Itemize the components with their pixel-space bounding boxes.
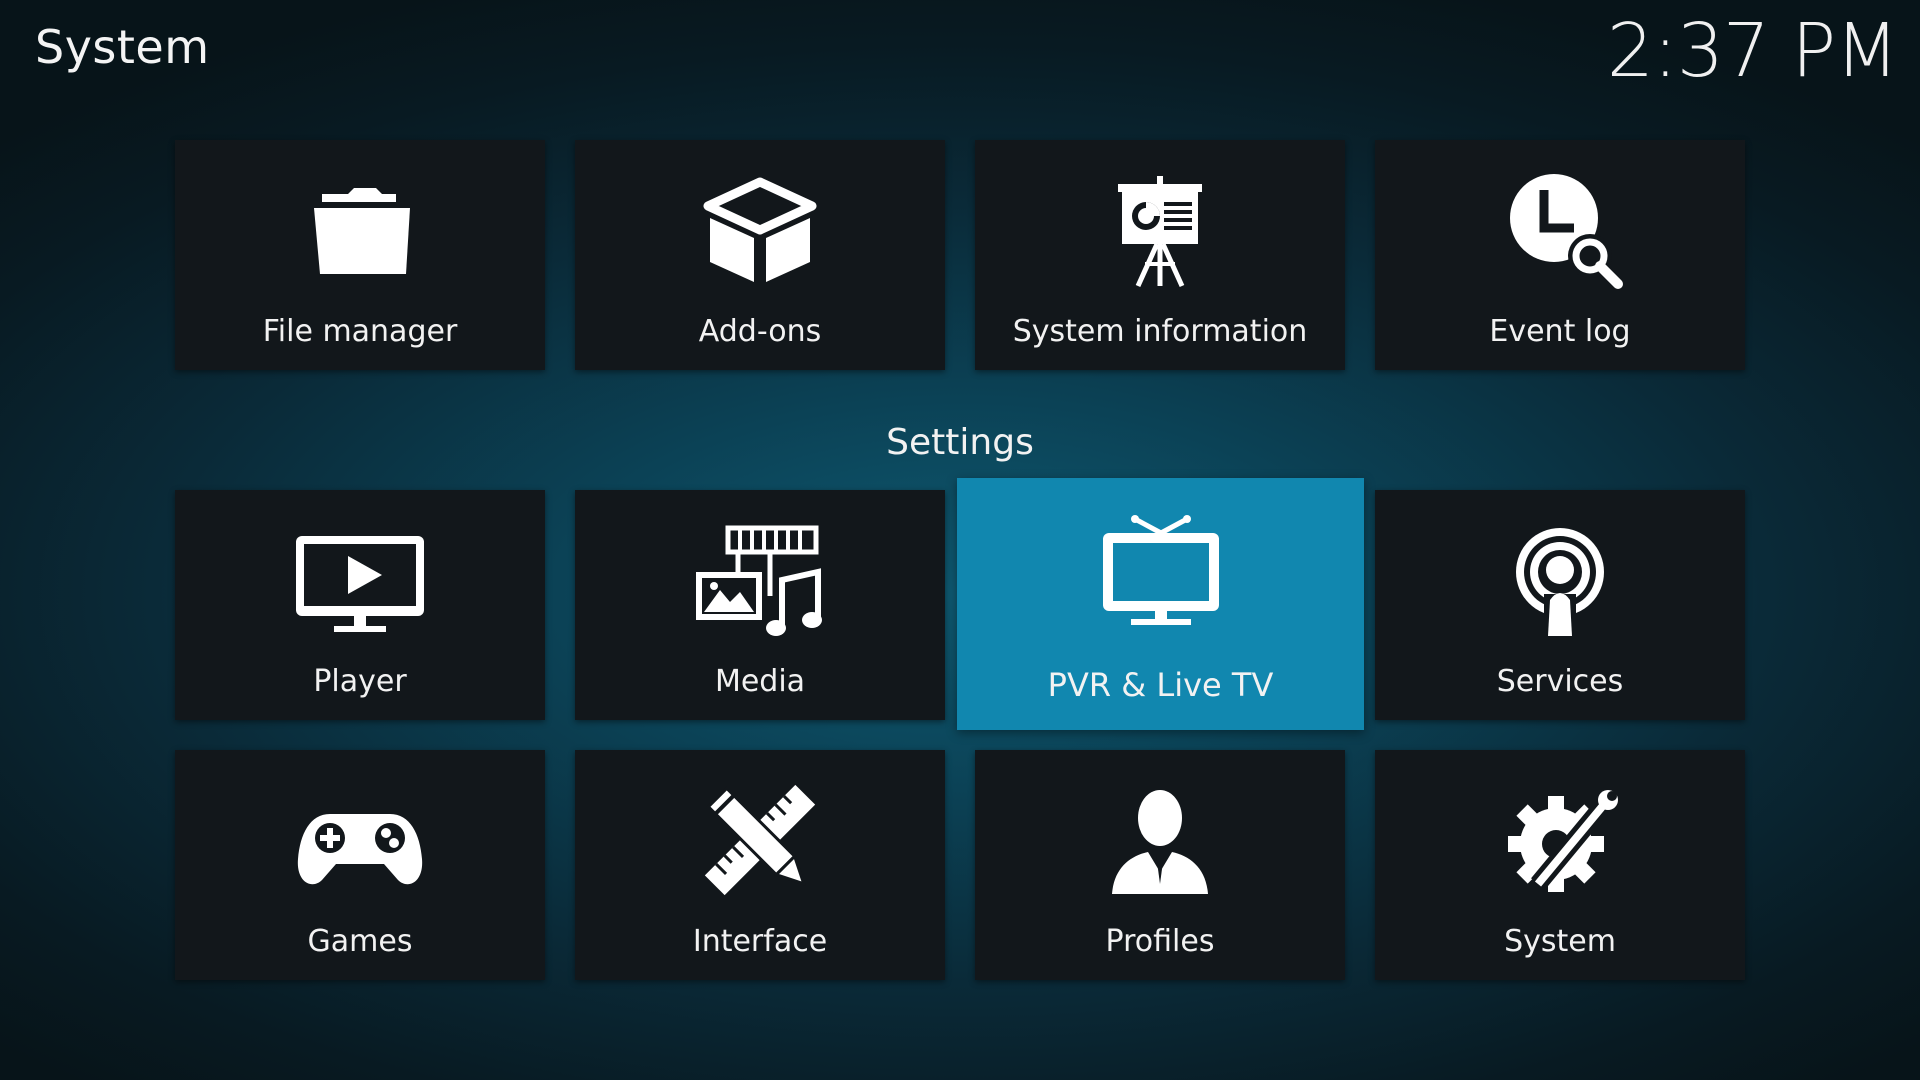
presentation-icon [1090,174,1230,289]
tile-label: PVR & Live TV [1047,666,1274,704]
tile-label: Interface [692,924,828,959]
tile-system[interactable]: System [1375,750,1745,980]
tile-label: System [1504,924,1616,959]
tile-label: Profiles [1105,924,1215,959]
tile-profiles[interactable]: Profiles [975,750,1345,980]
section-heading-settings: Settings [886,422,1034,463]
tile-pvr-live-tv[interactable]: PVR & Live TV [957,478,1364,730]
tile-label: Event log [1489,314,1631,349]
tile-label: Add-ons [698,314,822,349]
folder-icon [290,174,430,289]
tile-label: Services [1496,664,1624,699]
tile-system-information[interactable]: System information [975,140,1345,370]
tile-services[interactable]: Services [1375,490,1745,720]
monitor-play-icon [290,524,430,639]
tile-interface[interactable]: Interface [575,750,945,980]
tile-player[interactable]: Player [175,490,545,720]
tile-file-manager[interactable]: File manager [175,140,545,370]
gamepad-icon [290,784,430,899]
gear-wrench-icon [1490,784,1630,899]
user-icon [1090,784,1230,899]
tile-media[interactable]: Media [575,490,945,720]
tv-icon [1091,515,1231,630]
tile-event-log[interactable]: Event log [1375,140,1745,370]
tile-label: Media [714,664,806,699]
tile-label: Games [307,924,413,959]
tile-label: File manager [262,314,458,349]
clock-search-icon [1490,174,1630,289]
tile-label: System information [1012,314,1308,349]
box-icon [690,174,830,289]
clock: 2:37 PM [1606,8,1899,94]
tile-games[interactable]: Games [175,750,545,980]
header-title: System [35,20,210,74]
media-icon [690,524,830,639]
tile-label: Player [313,664,407,699]
broadcast-icon [1490,524,1630,639]
pencil-ruler-icon [690,784,830,899]
tile-add-ons[interactable]: Add-ons [575,140,945,370]
